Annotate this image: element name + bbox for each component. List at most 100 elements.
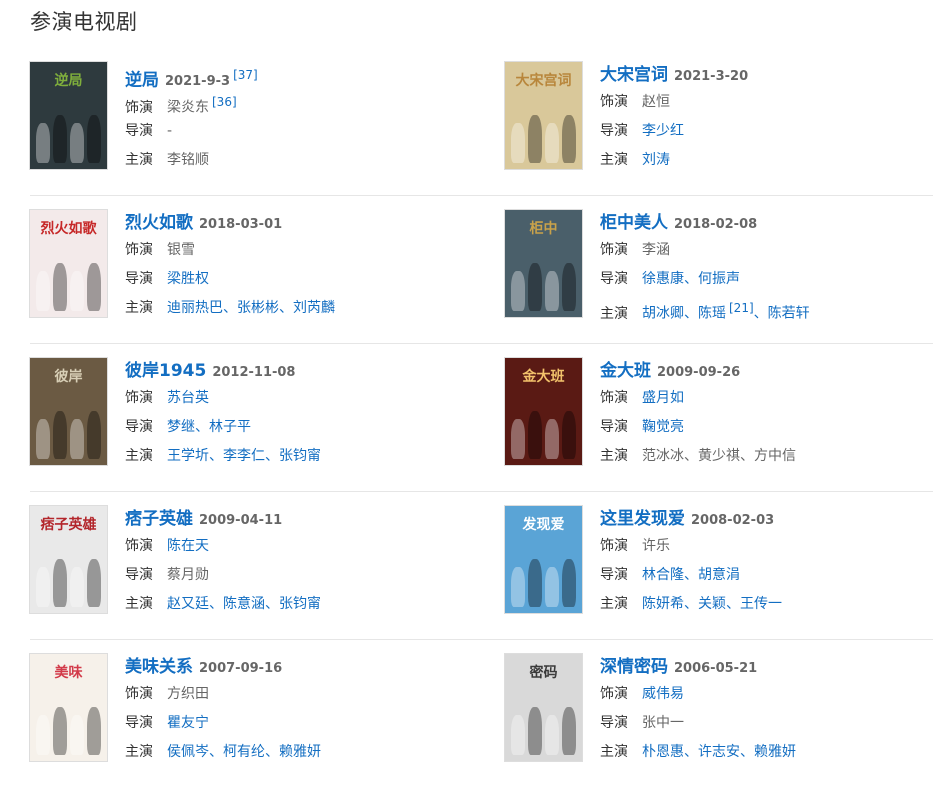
series-title-link[interactable]: 这里发现爱: [600, 509, 685, 529]
poster-figure: [87, 115, 101, 163]
poster-figure: [545, 567, 559, 607]
poster-image[interactable]: 柜中: [505, 210, 582, 317]
citation-link[interactable]: [21]: [729, 301, 754, 315]
series-title-link[interactable]: 金大班: [600, 361, 651, 381]
poster-figure: [511, 419, 525, 459]
poster-title-art: 发现爱: [522, 517, 565, 533]
role-value[interactable]: 威伟易: [642, 686, 684, 702]
director-value[interactable]: 瞿友宁: [167, 715, 209, 731]
director-label: 导演: [125, 567, 153, 583]
poster-title-art: 彼岸: [54, 369, 83, 385]
poster-image[interactable]: 美味: [30, 654, 107, 761]
role-value[interactable]: 陈在天: [167, 538, 209, 554]
director-line: 导演 鞠觉亮: [600, 413, 925, 442]
director-line: 导演 -: [125, 117, 450, 146]
poster-figure: [511, 271, 525, 311]
poster-image[interactable]: 大宋宫词: [505, 62, 582, 169]
role-value: 许乐: [642, 538, 670, 554]
poster-figure: [36, 419, 50, 459]
cast-line: 主演 迪丽热巴、张彬彬、刘芮麟: [125, 294, 450, 323]
cast-label: 主演: [600, 305, 628, 322]
citation-link[interactable]: [37]: [233, 68, 258, 82]
director-line: 导演 梦继、林子平: [125, 413, 450, 442]
cast-value[interactable]: 刘涛: [642, 152, 670, 168]
director-label: 导演: [600, 567, 628, 583]
cast-value[interactable]: 迪丽热巴、张彬彬、刘芮麟: [167, 300, 335, 316]
director-label: 导演: [600, 419, 628, 435]
poster-figure: [528, 707, 542, 755]
role-value: 方织田: [167, 686, 209, 702]
director-value[interactable]: 梦继、林子平: [167, 419, 251, 435]
poster-figure: [36, 715, 50, 755]
series-title-link[interactable]: 烈火如歌: [125, 213, 193, 233]
director-value[interactable]: 鞠觉亮: [642, 419, 684, 435]
director-value[interactable]: 梁胜权: [167, 271, 209, 287]
series-title-link[interactable]: 痞子英雄: [125, 509, 193, 529]
poster-image[interactable]: 痞子英雄: [30, 506, 107, 613]
poster-figure: [36, 271, 50, 311]
role-label: 饰演: [125, 390, 153, 406]
poster-image[interactable]: 密码: [505, 654, 582, 761]
series-title-link[interactable]: 柜中美人: [600, 213, 668, 233]
director-value[interactable]: 林合隆、胡意涓: [642, 567, 740, 583]
poster-figure: [511, 567, 525, 607]
cast-value[interactable]: 胡冰卿、陈瑶: [642, 306, 726, 322]
poster-image[interactable]: 彼岸: [30, 358, 107, 465]
air-date: 2009-09-26: [657, 365, 741, 380]
role-label: 饰演: [125, 686, 153, 702]
poster-figure: [53, 411, 67, 459]
cast-value[interactable]: 侯佩岑、柯有纶、赖雅妍: [167, 744, 321, 760]
cast-value[interactable]: 赵又廷、陈意涵、张钧甯: [167, 596, 321, 612]
citation-link[interactable]: [36]: [212, 95, 237, 109]
series-header: 深情密码 2006-05-21: [600, 654, 925, 680]
cast-value[interactable]: 王学圻、李李仁、张钧甯: [167, 448, 321, 464]
role-value[interactable]: 盛月如: [642, 390, 684, 406]
cast-label: 主演: [600, 596, 628, 612]
poster-title-art: 大宋宫词: [515, 73, 572, 89]
series-title-link[interactable]: 美味关系: [125, 657, 193, 677]
series-card: 痞子英雄 痞子英雄 2009-04-11 饰演 陈在天 导演 蔡月勋 主演 赵又廷、陈意涵、张钧…: [30, 506, 450, 614]
cast-value[interactable]: 朴恩惠、许志安、赖雅妍: [642, 744, 796, 760]
director-label: 导演: [125, 419, 153, 435]
role-value[interactable]: 苏台英: [167, 390, 209, 406]
poster-figure: [528, 115, 542, 163]
series-card: 大宋宫词 大宋宫词 2021-3-20 饰演 赵恒 导演 李少红 主演 刘涛: [505, 62, 925, 170]
poster-figure: [70, 715, 84, 755]
director-label: 导演: [125, 715, 153, 731]
role-line: 饰演 赵恒: [600, 88, 925, 117]
series-title-link[interactable]: 大宋宫词: [600, 65, 668, 85]
series-title-link[interactable]: 彼岸1945: [125, 361, 206, 381]
series-header: 烈火如歌 2018-03-01: [125, 210, 450, 236]
series-card: 逆局 逆局 2021-9-3 [37] 饰演 梁炎东 [36] 导演 - 主演 李铭顺: [30, 62, 450, 170]
poster-figure: [511, 715, 525, 755]
poster-image[interactable]: 金大班: [505, 358, 582, 465]
poster-title-art: 烈火如歌: [40, 221, 97, 237]
role-line: 饰演 梁炎东 [36]: [125, 88, 450, 117]
series-title-link[interactable]: 深情密码: [600, 657, 668, 677]
director-value[interactable]: 李少红: [642, 123, 684, 139]
role-label: 饰演: [600, 686, 628, 702]
role-line: 饰演 银雪: [125, 236, 450, 265]
director-line: 导演 张中一: [600, 709, 925, 738]
poster-title-art: 逆局: [54, 73, 83, 89]
cast-line: 主演 李铭顺: [125, 146, 450, 175]
poster-figure: [70, 567, 84, 607]
series-card: 柜中 柜中美人 2018-02-08 饰演 李涵 导演 徐惠康、何振声 主演 胡冰卿、陈瑶 [21…: [505, 210, 925, 322]
role-line: 饰演 盛月如: [600, 384, 925, 413]
director-value[interactable]: 徐惠康、何振声: [642, 271, 740, 287]
director-label: 导演: [600, 715, 628, 731]
poster-image[interactable]: 发现爱: [505, 506, 582, 613]
cast-line: 主演 范冰冰、黄少祺、方中信: [600, 442, 925, 471]
series-header: 金大班 2009-09-26: [600, 358, 925, 384]
series-info: 深情密码 2006-05-21 饰演 威伟易 导演 张中一 主演 朴恩惠、许志安、赖雅妍: [600, 654, 925, 767]
poster-image[interactable]: 逆局: [30, 62, 107, 169]
cast-label: 主演: [125, 596, 153, 612]
cast-value[interactable]: 陈妍希、关颖、王传一: [642, 596, 782, 612]
series-card: 烈火如歌 烈火如歌 2018-03-01 饰演 银雪 导演 梁胜权 主演 迪丽热巴、张彬彬、刘芮…: [30, 210, 450, 318]
poster-figure: [53, 115, 67, 163]
poster-image[interactable]: 烈火如歌: [30, 210, 107, 317]
air-date: 2018-03-01: [199, 217, 283, 232]
series-card: 金大班 金大班 2009-09-26 饰演 盛月如 导演 鞠觉亮 主演 范冰冰、黄少祺、方中信: [505, 358, 925, 466]
cast-value-tail[interactable]: 、陈若轩: [754, 306, 810, 322]
series-header: 柜中美人 2018-02-08: [600, 210, 925, 236]
